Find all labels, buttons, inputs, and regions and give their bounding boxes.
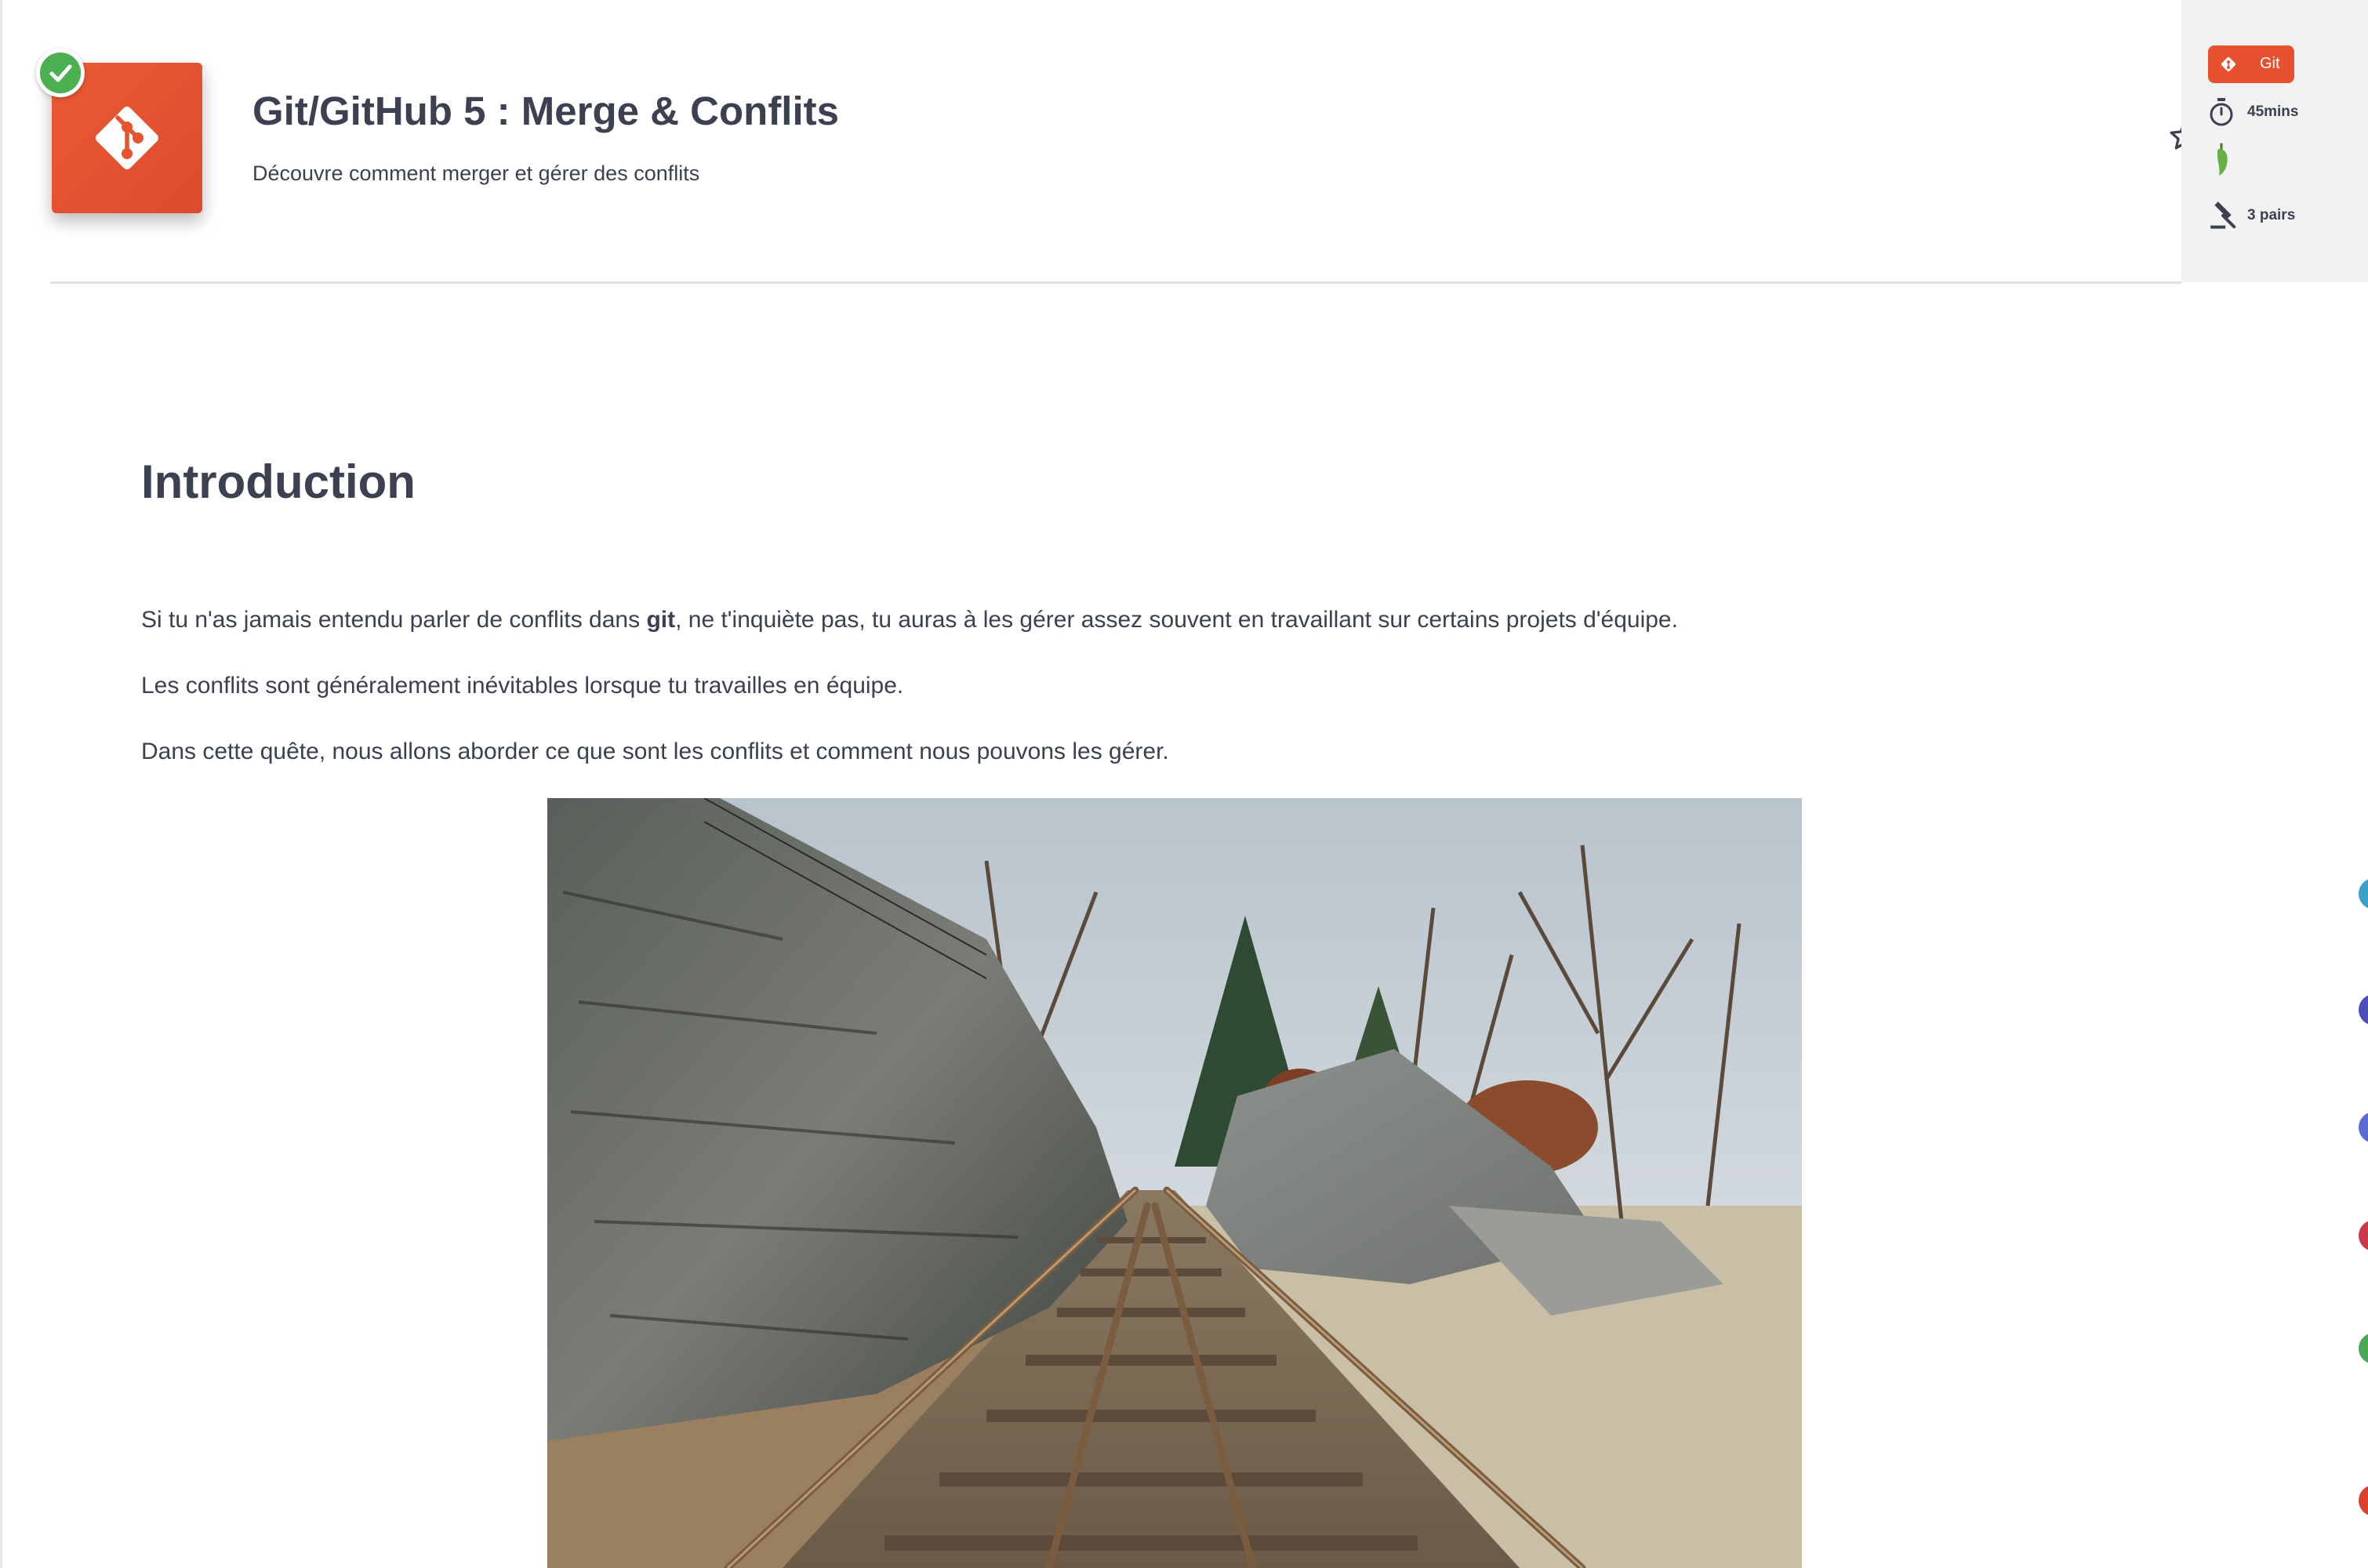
text-segment: , ne t'inquiète pas, tu auras à les gére…: [675, 607, 1678, 633]
railroad-tracks-merging-photo: [547, 798, 1802, 1568]
avatar[interactable]: [2359, 1112, 2368, 1143]
avatar[interactable]: [2359, 1220, 2368, 1251]
avatar[interactable]: [2359, 878, 2368, 909]
page-title: Git/GitHub 5 : Merge & Conflits: [252, 89, 839, 133]
section-heading-introduction: Introduction: [141, 456, 416, 508]
quest-info-panel: Git 45mins 3 pairs: [2181, 0, 2368, 282]
bold-keyword: git: [646, 607, 676, 633]
intro-paragraph-2: Les conflits sont généralement inévitabl…: [141, 673, 904, 699]
page-left-border: [0, 0, 2, 1568]
git-logo-icon: [96, 107, 158, 169]
tag-badge-git[interactable]: Git: [2208, 45, 2294, 83]
quest-header: Git/GitHub 5 : Merge & Conflits Découvre…: [36, 0, 2199, 284]
pepper-icon: [2217, 143, 2228, 176]
intro-paragraph-1: Si tu n'as jamais entendu parler de conf…: [141, 607, 1678, 633]
check-circle-icon: [36, 49, 85, 97]
git-icon: [2221, 56, 2236, 72]
avatar[interactable]: [2359, 994, 2368, 1025]
avatar[interactable]: [2359, 1485, 2368, 1516]
stopwatch-icon: [2210, 98, 2233, 126]
avatar[interactable]: [2359, 1333, 2368, 1364]
page-subtitle: Découvre comment merger et gérer des con…: [252, 162, 700, 185]
duration-label: 45mins: [2247, 103, 2299, 120]
text-segment: Si tu n'as jamais entendu parler de conf…: [141, 607, 647, 633]
intro-paragraph-3: Dans cette quête, nous allons aborder ce…: [141, 739, 1169, 764]
evaluation-label: 3 pairs: [2247, 207, 2296, 223]
tag-label: Git: [2260, 55, 2280, 72]
gavel-icon: [2210, 201, 2236, 229]
